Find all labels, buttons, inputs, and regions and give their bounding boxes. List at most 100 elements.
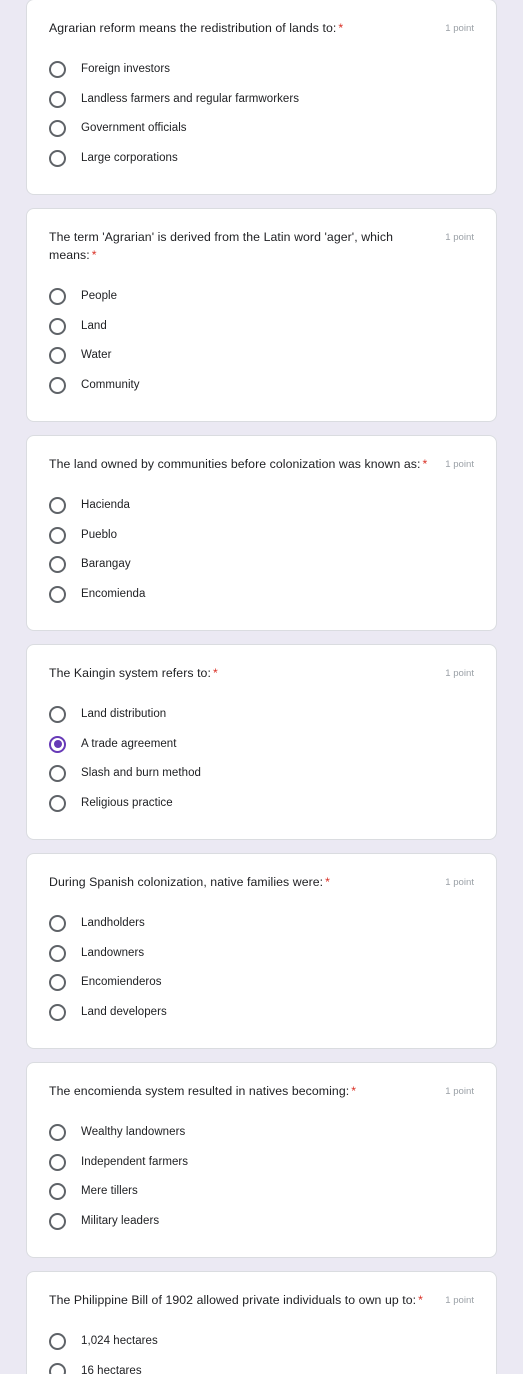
radio-button-icon[interactable]	[49, 317, 66, 335]
option-row[interactable]: Water	[49, 341, 474, 371]
option-row[interactable]: Hacienda	[49, 491, 474, 521]
radio-button-icon[interactable]	[49, 1124, 66, 1142]
option-label: Land distribution	[81, 708, 167, 721]
question-card[interactable]: The Philippine Bill of 1902 allowed priv…	[26, 1271, 497, 1374]
points-label: 1 point	[445, 232, 474, 243]
radio-button-icon[interactable]	[49, 1153, 66, 1171]
question-header: During Spanish colonization, native fami…	[49, 873, 474, 891]
options-group: Land distribution A trade agreement Slash …	[49, 700, 474, 818]
option-label: Government officials	[81, 122, 187, 135]
question-title: The land owned by communities before col…	[49, 457, 421, 471]
question-card[interactable]: The encomienda system resulted in native…	[26, 1062, 497, 1258]
radio-button-icon[interactable]	[49, 1362, 66, 1374]
question-title-wrapper: The term 'Agrarian' is derived from the …	[49, 228, 433, 264]
option-label: Encomienderos	[81, 976, 162, 989]
option-row[interactable]: Land developers	[49, 998, 474, 1028]
option-row[interactable]: People	[49, 282, 474, 312]
question-card[interactable]: During Spanish colonization, native fami…	[26, 853, 497, 1049]
radio-button-icon[interactable]	[49, 497, 66, 515]
option-row[interactable]: Landholders	[49, 909, 474, 939]
option-label: Wealthy landowners	[81, 1126, 186, 1139]
radio-button-icon[interactable]	[49, 61, 66, 79]
option-row[interactable]: 16 hectares	[49, 1357, 474, 1374]
radio-button-icon[interactable]	[49, 120, 66, 138]
questions-list: Agrarian reform means the redistribution…	[26, 0, 497, 1374]
option-row[interactable]: Slash and burn method	[49, 759, 474, 789]
radio-button-icon[interactable]	[49, 794, 66, 812]
radio-button-icon[interactable]	[49, 974, 66, 992]
options-group: People Land Water Community	[49, 282, 474, 400]
option-row[interactable]: Land distribution	[49, 700, 474, 730]
options-group: Wealthy landowners Independent farmers Mer…	[49, 1118, 474, 1236]
options-group: 1,024 hectares16 hectares500 hectaresNo …	[49, 1327, 474, 1374]
option-row[interactable]: Religious practice	[49, 789, 474, 819]
option-row[interactable]: Pueblo	[49, 521, 474, 551]
radio-button-icon[interactable]	[49, 585, 66, 603]
question-header: The Philippine Bill of 1902 allowed priv…	[49, 1291, 474, 1309]
question-title-wrapper: The Kaingin system refers to: *	[49, 664, 433, 682]
option-row[interactable]: Military leaders	[49, 1207, 474, 1237]
radio-button-selected-icon[interactable]	[49, 735, 66, 753]
radio-button-icon[interactable]	[49, 149, 66, 167]
option-label: Landowners	[81, 946, 145, 959]
option-row[interactable]: Land	[49, 312, 474, 342]
form-scroll-container[interactable]: Agrarian reform means the redistribution…	[0, 0, 523, 1374]
option-row[interactable]: Encomienda	[49, 580, 474, 610]
question-header: The Kaingin system refers to: * 1 point	[49, 664, 474, 682]
option-label: Independent farmers	[81, 1155, 189, 1168]
required-asterisk: *	[325, 875, 330, 889]
radio-button-icon[interactable]	[49, 1212, 66, 1230]
option-label: Land	[81, 319, 107, 332]
required-asterisk: *	[91, 248, 97, 262]
option-row[interactable]: Landless farmers and regular farmworkers	[49, 85, 474, 115]
radio-button-icon[interactable]	[49, 376, 66, 394]
option-row[interactable]: Foreign investors	[49, 55, 474, 85]
radio-button-icon[interactable]	[49, 1183, 66, 1201]
question-header: The land owned by communities before col…	[49, 455, 474, 473]
radio-button-icon[interactable]	[49, 556, 66, 574]
option-label: Mere tillers	[81, 1185, 138, 1198]
option-row[interactable]: Large corporations	[49, 144, 474, 174]
option-label: 16 hectares	[81, 1364, 142, 1374]
option-row[interactable]: Independent farmers	[49, 1148, 474, 1178]
radio-button-icon[interactable]	[49, 1003, 66, 1021]
option-row[interactable]: Barangay	[49, 550, 474, 580]
option-row[interactable]: Encomienderos	[49, 968, 474, 998]
radio-button-icon[interactable]	[49, 526, 66, 544]
radio-button-icon[interactable]	[49, 944, 66, 962]
option-label: Foreign investors	[81, 63, 171, 76]
option-row[interactable]: Wealthy landowners	[49, 1118, 474, 1148]
option-row[interactable]: Mere tillers	[49, 1177, 474, 1207]
option-row[interactable]: Government officials	[49, 114, 474, 144]
question-card[interactable]: The term 'Agrarian' is derived from the …	[26, 208, 497, 422]
points-label: 1 point	[445, 668, 474, 679]
required-asterisk: *	[212, 666, 218, 680]
radio-button-icon[interactable]	[49, 706, 66, 724]
points-label: 1 point	[445, 459, 474, 470]
radio-button-icon[interactable]	[49, 288, 66, 306]
points-label: 1 point	[445, 23, 474, 34]
option-label: Community	[81, 378, 140, 391]
question-card[interactable]: The Kaingin system refers to: * 1 point Lan…	[26, 644, 497, 840]
radio-button-icon[interactable]	[49, 765, 66, 783]
option-row[interactable]: 1,024 hectares	[49, 1327, 474, 1357]
option-label: Barangay	[81, 558, 131, 571]
question-title-wrapper: The land owned by communities before col…	[49, 455, 433, 473]
points-label: 1 point	[445, 1295, 474, 1306]
required-asterisk: *	[418, 1293, 423, 1307]
radio-button-icon[interactable]	[49, 347, 66, 365]
question-card[interactable]: Agrarian reform means the redistribution…	[26, 0, 497, 195]
radio-button-icon[interactable]	[49, 915, 66, 933]
option-label: Water	[81, 349, 112, 362]
option-label: Large corporations	[81, 151, 178, 164]
option-row[interactable]: A trade agreement	[49, 730, 474, 760]
question-header: The term 'Agrarian' is derived from the …	[49, 228, 474, 264]
question-card[interactable]: The land owned by communities before col…	[26, 435, 497, 631]
radio-button-icon[interactable]	[49, 90, 66, 108]
question-title: The Kaingin system refers to:	[49, 666, 211, 680]
radio-button-icon[interactable]	[49, 1333, 66, 1351]
option-row[interactable]: Landowners	[49, 939, 474, 969]
required-asterisk: *	[351, 1084, 357, 1098]
option-label: Military leaders	[81, 1214, 160, 1227]
option-row[interactable]: Community	[49, 371, 474, 401]
